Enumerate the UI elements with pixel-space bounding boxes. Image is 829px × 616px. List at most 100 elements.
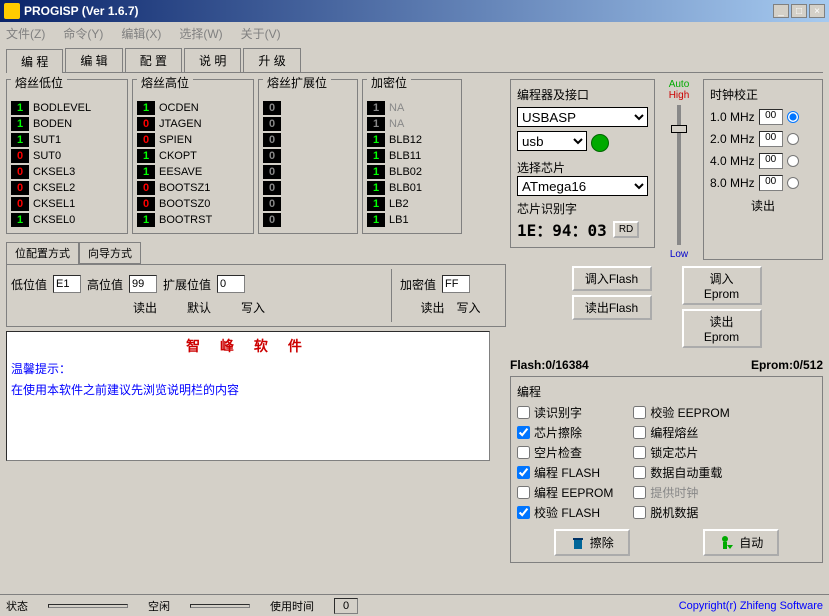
tab-bit-config[interactable]: 位配置方式: [6, 242, 79, 264]
prog-checkbox[interactable]: [633, 466, 646, 479]
fuse-bit[interactable]: 1: [137, 165, 155, 179]
read-fuse-button[interactable]: 读出: [133, 299, 157, 316]
prog-check-label: 空片检查: [534, 444, 582, 461]
fuse-bit[interactable]: 1: [367, 165, 385, 179]
prog-checkbox[interactable]: [517, 446, 530, 459]
prog-checkbox[interactable]: [517, 486, 530, 499]
fuse-bit[interactable]: 0: [137, 117, 155, 131]
info-textarea[interactable]: 智 峰 软 件 温馨提示： 在使用本软件之前建议先浏览说明栏的内容: [6, 331, 490, 461]
tab-edit[interactable]: 编 辑: [65, 48, 122, 72]
clock-val: 00: [759, 109, 783, 125]
prog-checkbox[interactable]: [633, 426, 646, 439]
fuse-bit[interactable]: 1: [11, 101, 29, 115]
write-fuse-button[interactable]: 写入: [241, 299, 265, 316]
menu-select[interactable]: 选择(W): [179, 25, 222, 42]
lock-title: 加密位: [367, 74, 411, 91]
fuse-bit[interactable]: 1: [367, 101, 385, 115]
fuse-bit[interactable]: 0: [11, 165, 29, 179]
lock-val-input[interactable]: [442, 275, 470, 293]
fuse-bit[interactable]: 0: [263, 133, 281, 147]
menu-edit[interactable]: 编辑(X): [121, 25, 161, 42]
app-icon: [4, 3, 20, 19]
clock-radio[interactable]: [787, 111, 799, 123]
prog-check-label: 编程熔丝: [650, 424, 698, 441]
read-lock-button[interactable]: 读出: [420, 299, 444, 316]
fuse-bit[interactable]: 0: [11, 181, 29, 195]
fuse-bit[interactable]: 1: [11, 117, 29, 131]
default-fuse-button[interactable]: 默认: [187, 299, 211, 316]
tab-upgrade[interactable]: 升 级: [243, 48, 300, 72]
fuse-bit[interactable]: 1: [137, 213, 155, 227]
fuse-label: CKOPT: [159, 150, 197, 162]
maximize-button[interactable]: □: [791, 4, 807, 18]
fuse-bit[interactable]: 1: [11, 133, 29, 147]
fuse-bit[interactable]: 0: [263, 181, 281, 195]
fuse-bit[interactable]: 1: [137, 101, 155, 115]
fuse-bit[interactable]: 1: [367, 149, 385, 163]
fuse-bit[interactable]: 1: [367, 197, 385, 211]
fuse-bit[interactable]: 0: [263, 117, 281, 131]
fuse-bit[interactable]: 0: [11, 197, 29, 211]
menu-file[interactable]: 文件(Z): [6, 25, 45, 42]
close-button[interactable]: ×: [809, 4, 825, 18]
prog-checkbox[interactable]: [633, 486, 646, 499]
fuse-bit[interactable]: 1: [367, 133, 385, 147]
load-eprom-button[interactable]: 调入Eprom: [682, 266, 762, 305]
fuse-bit[interactable]: 0: [263, 213, 281, 227]
fuse-bit[interactable]: 0: [11, 149, 29, 163]
read-flash-button[interactable]: 读出Flash: [572, 295, 652, 320]
write-lock-button[interactable]: 写入: [457, 299, 481, 316]
auto-button[interactable]: 自动: [703, 529, 779, 556]
prog-checkbox[interactable]: [517, 426, 530, 439]
fuse-low-title: 熔丝低位: [11, 74, 67, 91]
erase-button[interactable]: 擦除: [554, 529, 630, 556]
tab-program[interactable]: 编 程: [6, 49, 63, 73]
config-mode-tabs: 位配置方式 向导方式: [6, 242, 506, 264]
high-val-input[interactable]: [129, 275, 157, 293]
ext-val-input[interactable]: [217, 275, 245, 293]
clock-group: 时钟校正 1.0 MHz002.0 MHz004.0 MHz008.0 MHz0…: [703, 79, 823, 260]
clock-radio[interactable]: [787, 133, 799, 145]
clock-radio[interactable]: [787, 177, 799, 189]
fuse-bit[interactable]: 0: [263, 101, 281, 115]
fuse-label: BOOTRST: [159, 214, 212, 226]
tab-help[interactable]: 说 明: [184, 48, 241, 72]
fuse-bit[interactable]: 0: [263, 197, 281, 211]
fuse-bit[interactable]: 0: [137, 181, 155, 195]
prog-checkbox[interactable]: [633, 506, 646, 519]
fuse-label: BLB02: [389, 166, 422, 178]
prog-checkbox[interactable]: [633, 446, 646, 459]
fuse-bit[interactable]: 0: [263, 165, 281, 179]
prog-checkbox[interactable]: [517, 466, 530, 479]
clock-radio[interactable]: [787, 155, 799, 167]
read-id-button[interactable]: RD: [613, 221, 639, 238]
speed-slider[interactable]: [677, 105, 681, 245]
fuse-bit[interactable]: 0: [263, 149, 281, 163]
tab-config[interactable]: 配 置: [125, 48, 182, 72]
low-val-input[interactable]: [53, 275, 81, 293]
read-eprom-button[interactable]: 读出Eprom: [682, 309, 762, 348]
menu-about[interactable]: 关于(V): [241, 25, 281, 42]
prog-checkbox[interactable]: [633, 406, 646, 419]
minimize-button[interactable]: _: [773, 4, 789, 18]
chip-select[interactable]: ATmega16: [517, 176, 648, 196]
fuse-bit[interactable]: 1: [11, 213, 29, 227]
fuse-high-group: 熔丝高位 1OCDEN0JTAGEN0SPIEN1CKOPT1EESAVE0BO…: [132, 79, 254, 234]
read-clock-button[interactable]: 读出: [710, 197, 816, 214]
title-text: PROGISP (Ver 1.6.7): [24, 4, 773, 18]
fuse-bit[interactable]: 1: [367, 117, 385, 131]
programmer-select[interactable]: USBASP: [517, 107, 648, 127]
menu-command[interactable]: 命令(Y): [63, 25, 103, 42]
fuse-bit[interactable]: 1: [367, 181, 385, 195]
main-tabs: 编 程 编 辑 配 置 说 明 升 级: [6, 48, 823, 73]
prog-checkbox[interactable]: [517, 506, 530, 519]
clock-freq-label: 4.0 MHz: [710, 154, 755, 168]
fuse-bit[interactable]: 1: [137, 149, 155, 163]
tab-wizard[interactable]: 向导方式: [79, 242, 141, 264]
prog-checkbox[interactable]: [517, 406, 530, 419]
fuse-bit[interactable]: 0: [137, 133, 155, 147]
load-flash-button[interactable]: 调入Flash: [572, 266, 652, 291]
fuse-bit[interactable]: 0: [137, 197, 155, 211]
port-select[interactable]: usb: [517, 131, 587, 151]
fuse-bit[interactable]: 1: [367, 213, 385, 227]
